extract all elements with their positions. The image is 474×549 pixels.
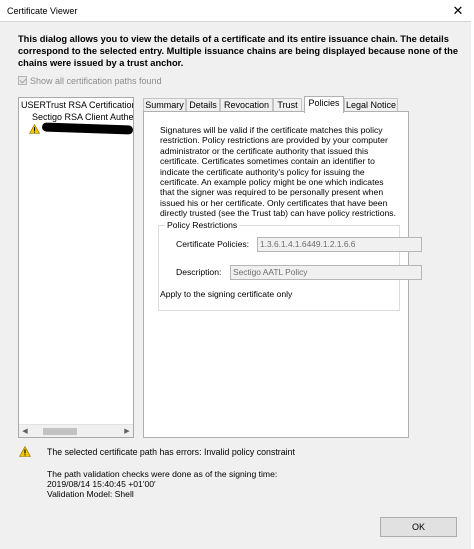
title-bar: Certificate Viewer ✕	[0, 0, 474, 22]
tree-horizontal-scrollbar[interactable]: ◀ ▶	[19, 424, 133, 437]
apply-signing-only-text: Apply to the signing certificate only	[160, 289, 293, 299]
tab-legal-notice[interactable]: Legal Notice	[344, 98, 398, 112]
warning-icon	[29, 124, 40, 134]
tree-item-label: USERTrust RSA Certification A	[21, 100, 134, 110]
scroll-right-icon[interactable]: ▶	[122, 427, 132, 436]
certificate-policies-field: 1.3.6.1.4.1.6449.1.2.1.6.6	[257, 237, 422, 252]
description-field: Sectigo AATL Policy	[230, 265, 422, 280]
path-error-text: The selected certificate path has errors…	[47, 447, 295, 457]
policy-restrictions-title: Policy Restrictions	[165, 220, 240, 231]
tab-policies[interactable]: Policies	[304, 96, 344, 113]
scroll-left-icon[interactable]: ◀	[20, 427, 30, 436]
redacted-name	[41, 122, 133, 135]
close-icon[interactable]: ✕	[450, 3, 466, 19]
scroll-thumb[interactable]	[43, 428, 77, 435]
policies-panel: Signatures will be valid if the certific…	[143, 111, 422, 438]
tab-trust[interactable]: Trust	[273, 98, 302, 112]
tab-details[interactable]: Details	[186, 98, 220, 112]
tab-summary[interactable]: Summary	[143, 98, 186, 112]
show-all-paths-checkbox[interactable]	[18, 76, 27, 85]
validation-model: Validation Model: Shell	[47, 489, 134, 500]
validation-line: The path validation checks were done as …	[47, 469, 278, 479]
tree-item-signer[interactable]	[29, 122, 133, 135]
window-title: Certificate Viewer	[7, 6, 78, 16]
warning-icon	[19, 446, 31, 457]
tab-revocation[interactable]: Revocation	[220, 98, 273, 112]
signing-time: 2019/08/14 15:40:45 +01'00'	[47, 479, 156, 490]
show-all-paths-label: Show all certification paths found	[30, 76, 162, 86]
certificate-policies-label: Certificate Policies:	[176, 239, 250, 249]
validation-info: The path validation checks were done as …	[47, 469, 367, 500]
show-all-paths-row[interactable]: Show all certification paths found	[18, 75, 162, 87]
tree-item-intermediate[interactable]: Sectigo RSA Client Authen	[32, 112, 134, 123]
ok-button[interactable]: OK	[380, 517, 457, 537]
tree-item-root[interactable]: USERTrust RSA Certification A	[21, 100, 134, 111]
certificate-tree[interactable]: USERTrust RSA Certification A Sectigo RS…	[18, 97, 134, 438]
tree-item-label: Sectigo RSA Client Authen	[32, 112, 134, 122]
intro-text: This dialog allows you to view the detai…	[18, 34, 458, 68]
policies-description: Signatures will be valid if the certific…	[160, 125, 396, 219]
description-label: Description:	[176, 267, 222, 277]
